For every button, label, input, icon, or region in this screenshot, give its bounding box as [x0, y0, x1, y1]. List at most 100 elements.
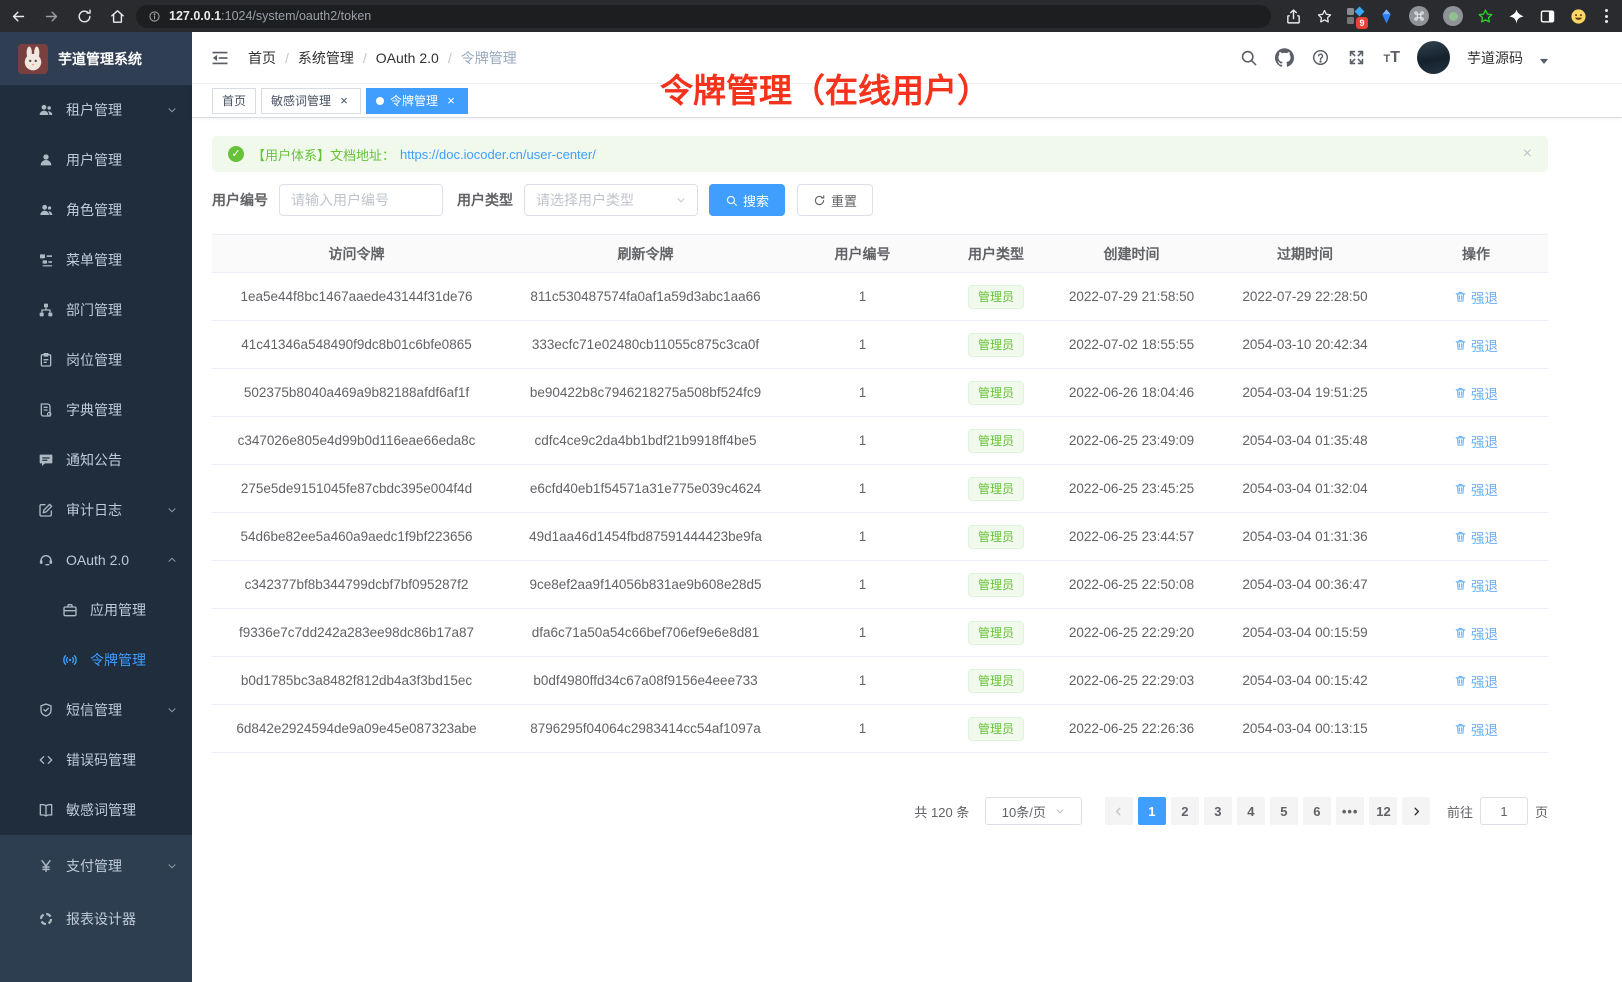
reset-button[interactable]: 重置 [797, 184, 873, 216]
pager-page-5[interactable]: 5 [1270, 797, 1298, 825]
force-logout-button[interactable]: 强退 [1454, 671, 1498, 691]
tab-sensitive-words[interactable]: 敏感词管理× [261, 88, 361, 114]
sidebar-item-role[interactable]: 角色管理 [0, 185, 192, 235]
sidebar-item-sms[interactable]: 短信管理 [0, 685, 192, 735]
user-type-select[interactable]: 请选择用户类型 [524, 184, 698, 216]
sidebar-item-errcode[interactable]: 错误码管理 [0, 735, 192, 785]
pager-page-6[interactable]: 6 [1303, 797, 1331, 825]
sidebar-item-pay[interactable]: 支付管理 [0, 839, 192, 892]
force-logout-button[interactable]: 强退 [1454, 335, 1498, 355]
force-logout-button[interactable]: 强退 [1454, 287, 1498, 307]
avatar[interactable] [1417, 41, 1450, 74]
refresh-token-cell: be90422b8c7946218275a508bf524fc9 [501, 369, 790, 417]
tab-home[interactable]: 首页 [212, 88, 256, 114]
force-logout-button[interactable]: 强退 [1454, 623, 1498, 643]
force-logout-button[interactable]: 强退 [1454, 431, 1498, 451]
caret-down-icon[interactable] [1540, 59, 1548, 64]
extension-icon[interactable] [1443, 6, 1463, 26]
evernote-extension-icon[interactable] [1477, 8, 1494, 25]
pager-more[interactable]: ••• [1336, 797, 1365, 825]
search-icon [725, 194, 738, 207]
table-row: c347026e805e4d99b0d116eae66eda8ccdfc4ce9… [212, 417, 1548, 465]
sidebar-menu-secondary: 支付管理报表设计器 [0, 835, 192, 982]
sidebar-item-report[interactable]: 报表设计器 [0, 892, 192, 945]
sidebar-item-dept[interactable]: 部门管理 [0, 285, 192, 335]
sensitive-icon [38, 802, 54, 818]
extension-icon[interactable] [1409, 6, 1429, 26]
search-icon[interactable] [1239, 48, 1258, 67]
font-size-icon[interactable]: TT [1383, 49, 1400, 67]
pager-page-3[interactable]: 3 [1204, 797, 1232, 825]
sidebar-item-audit[interactable]: 审计日志 [0, 485, 192, 535]
tab-close-icon[interactable]: × [337, 94, 351, 108]
force-logout-button[interactable]: 强退 [1454, 479, 1498, 499]
user-type-cell: 管理员 [935, 561, 1057, 609]
refresh-token-cell: e6cfd40eb1f54571a31e775e039c4624 [501, 465, 790, 513]
browser-menu-icon[interactable] [1601, 9, 1612, 23]
sidebar-item-dict[interactable]: 字典管理 [0, 385, 192, 435]
alert-close-icon[interactable]: × [1523, 145, 1532, 163]
user-id-input[interactable] [279, 184, 443, 216]
force-logout-button[interactable]: 强退 [1454, 575, 1498, 595]
site-info-icon[interactable] [148, 10, 161, 23]
share-icon[interactable] [1285, 8, 1302, 25]
created-time-cell: 2022-06-25 23:44:57 [1057, 513, 1206, 561]
actions-cell: 强退 [1404, 417, 1548, 465]
goto-page-input[interactable] [1480, 797, 1528, 825]
pager-page-2[interactable]: 2 [1171, 797, 1199, 825]
fullscreen-icon[interactable] [1347, 48, 1366, 67]
actions-cell: 强退 [1404, 513, 1548, 561]
force-logout-button[interactable]: 强退 [1454, 527, 1498, 547]
user-name[interactable]: 芋道源码 [1467, 48, 1523, 68]
side-panel-icon[interactable] [1539, 8, 1556, 25]
breadcrumb-item[interactable]: 首页 [248, 48, 276, 68]
github-icon[interactable] [1275, 48, 1294, 67]
profile-avatar-icon[interactable] [1570, 8, 1587, 25]
page-content: ✓ 【用户体系】文档地址： https://doc.iocoder.cn/use… [192, 118, 1622, 982]
user-type-badge: 管理员 [968, 429, 1024, 453]
sidebar-item-label: 字典管理 [66, 400, 178, 420]
pager-next-button[interactable] [1402, 797, 1430, 825]
sidebar-item-app[interactable]: 应用管理 [0, 585, 192, 635]
address-bar[interactable]: 127.0.0.1:1024/system/oauth2/token [136, 5, 1271, 28]
sidebar-item-user[interactable]: 用户管理 [0, 135, 192, 185]
sidebar-item-menu[interactable]: 菜单管理 [0, 235, 192, 285]
user-id-cell: 1 [790, 609, 935, 657]
sidebar-item-sensitive[interactable]: 敏感词管理 [0, 785, 192, 835]
sidebar-menu: 租户管理用户管理角色管理菜单管理部门管理岗位管理字典管理通知公告审计日志OAut… [0, 85, 192, 835]
sidebar-item-tenant[interactable]: 租户管理 [0, 85, 192, 135]
help-icon[interactable] [1311, 48, 1330, 67]
gem-extension-icon[interactable] [1378, 8, 1395, 25]
sidebar-item-token[interactable]: 令牌管理 [0, 635, 192, 685]
pager-page-1[interactable]: 1 [1138, 797, 1166, 825]
sidebar-item-notice[interactable]: 通知公告 [0, 435, 192, 485]
pager-page-4[interactable]: 4 [1237, 797, 1265, 825]
browser-forward-icon[interactable] [43, 8, 60, 25]
tab-close-icon[interactable]: × [444, 94, 458, 108]
pager-prev-button[interactable] [1105, 797, 1133, 825]
pager-page-12[interactable]: 12 [1369, 797, 1397, 825]
sidebar-fold-icon[interactable] [210, 48, 230, 68]
browser-back-icon[interactable] [10, 8, 27, 25]
force-logout-button[interactable]: 强退 [1454, 383, 1498, 403]
browser-home-icon[interactable] [109, 8, 126, 25]
breadcrumb-item[interactable]: OAuth 2.0 [376, 50, 439, 66]
force-logout-button[interactable]: 强退 [1454, 719, 1498, 739]
app-logo[interactable]: 芋道管理系统 [0, 32, 192, 85]
sidebar-item-label: 敏感词管理 [66, 800, 178, 820]
extension-grid-icon[interactable]: 9 [1347, 8, 1364, 25]
sidebar-item-post[interactable]: 岗位管理 [0, 335, 192, 385]
pinwheel-extension-icon[interactable] [1508, 8, 1525, 25]
page-size-select[interactable]: 10条/页 [985, 797, 1082, 825]
user-type-cell: 管理员 [935, 513, 1057, 561]
user-type-cell: 管理员 [935, 369, 1057, 417]
access-token-cell: 502375b8040a469a9b82188afdf6af1f [212, 369, 501, 417]
tab-token[interactable]: 令牌管理× [366, 88, 468, 114]
sidebar-item-oauth[interactable]: OAuth 2.0 [0, 535, 192, 585]
doc-link[interactable]: https://doc.iocoder.cn/user-center/ [400, 147, 596, 162]
browser-reload-icon[interactable] [76, 8, 93, 25]
user-id-cell: 1 [790, 273, 935, 321]
bookmark-star-icon[interactable] [1316, 8, 1333, 25]
search-button[interactable]: 搜索 [709, 184, 785, 216]
breadcrumb-item[interactable]: 系统管理 [298, 48, 354, 68]
